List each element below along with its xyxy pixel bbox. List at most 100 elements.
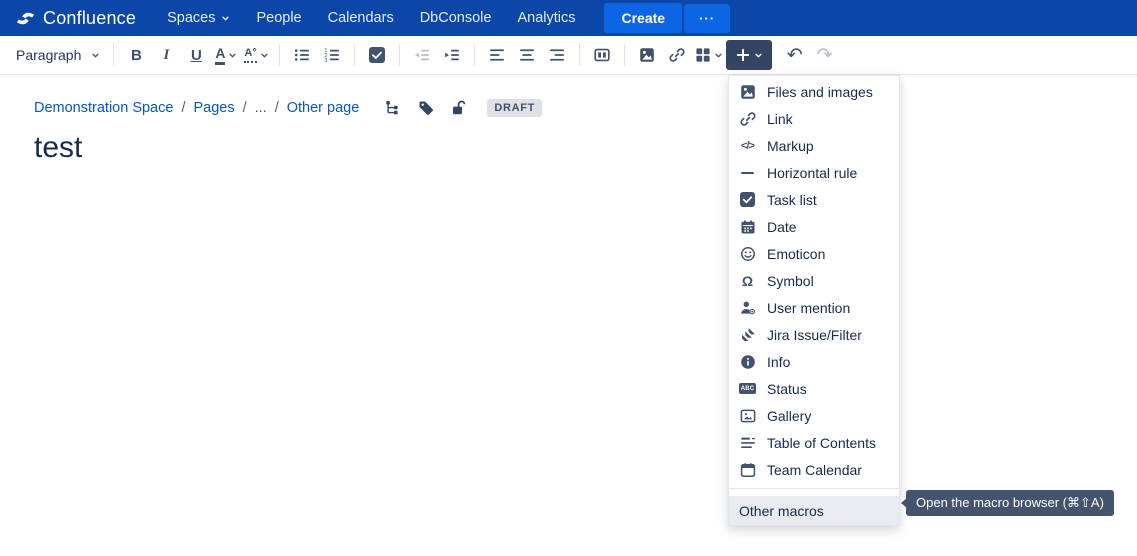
menu-item-table-of-contents[interactable]: Table of Contents [729, 429, 899, 456]
page-tree-icon [385, 100, 401, 116]
nav-item-label: Analytics [517, 10, 575, 26]
text-color-button[interactable]: A [211, 40, 241, 70]
nav-item-dbconsole[interactable]: DbConsole [407, 4, 505, 32]
toolbar-divider [579, 44, 580, 66]
nav-item-calendars[interactable]: Calendars [315, 4, 407, 32]
menu-item-label: Horizontal rule [767, 165, 857, 181]
menu-item-link[interactable]: Link [729, 105, 899, 132]
redo-button[interactable]: ↷ [810, 40, 840, 70]
menu-item-label: Link [767, 111, 793, 127]
status-icon: ABC [739, 380, 756, 397]
task-list-icon [739, 191, 756, 208]
menu-item-label: Date [767, 219, 797, 235]
nav-item-label: DbConsole [420, 10, 492, 26]
block-style-label: Paragraph [16, 47, 81, 63]
link-button[interactable] [662, 40, 692, 70]
align-left-button[interactable] [482, 40, 512, 70]
toolbar-divider [354, 44, 355, 66]
emoticon-icon [739, 245, 756, 262]
page-meta-actions [385, 100, 467, 116]
numbered-list-button[interactable]: 123 [317, 40, 347, 70]
task-list-button[interactable] [362, 40, 392, 70]
confluence-logo[interactable]: Confluence [16, 8, 136, 29]
menu-item-emoticon[interactable]: Emoticon [729, 240, 899, 267]
jira-icon [739, 326, 756, 343]
toolbar-divider [113, 44, 114, 66]
menu-divider [729, 488, 899, 489]
menu-item-label: User mention [767, 300, 850, 316]
breadcrumb-link-pages[interactable]: Pages [193, 100, 234, 116]
menu-item-jira-issue-filter[interactable]: Jira Issue/Filter [729, 321, 899, 348]
menu-item-files-and-images[interactable]: Files and images [729, 78, 899, 105]
breadcrumb-link-space[interactable]: Demonstration Space [34, 100, 173, 116]
menu-item-horizontal-rule[interactable]: Horizontal rule [729, 159, 899, 186]
menu-item-symbol[interactable]: Ω Symbol [729, 267, 899, 294]
nav-item-label: People [256, 10, 301, 26]
outdent-button[interactable] [407, 40, 437, 70]
insert-menu-button[interactable] [726, 40, 772, 70]
nav-more-button[interactable]: ··· [684, 4, 730, 33]
chevron-down-icon [91, 52, 100, 59]
nav-item-people[interactable]: People [243, 4, 314, 32]
tooltip-text: Open the macro browser (⌘⇧A) [916, 495, 1104, 511]
menu-item-label: Jira Issue/Filter [767, 327, 862, 343]
indent-button[interactable] [437, 40, 467, 70]
labels-button[interactable] [418, 100, 434, 116]
menu-item-user-mention[interactable]: User mention [729, 294, 899, 321]
undo-button[interactable]: ↶ [780, 40, 810, 70]
chevron-down-icon [714, 52, 723, 59]
breadcrumb-separator: / [275, 100, 279, 116]
bold-button[interactable]: B [121, 40, 151, 70]
underline-icon: U [191, 47, 202, 64]
menu-item-task-list[interactable]: Task list [729, 186, 899, 213]
menu-item-team-calendar[interactable]: Team Calendar [729, 456, 899, 483]
menu-item-label: Emoticon [767, 246, 825, 262]
layout-button[interactable] [587, 40, 617, 70]
menu-item-markup[interactable]: </> Markup [729, 132, 899, 159]
confluence-editor: Confluence Spaces People Calendars DbCon… [0, 0, 1137, 556]
chevron-down-icon [754, 52, 763, 59]
menu-item-date[interactable]: Date [729, 213, 899, 240]
block-style-select[interactable]: Paragraph [8, 40, 106, 70]
menu-item-label: Status [767, 381, 807, 397]
menu-item-label: Table of Contents [767, 435, 876, 451]
menu-item-status[interactable]: ABC Status [729, 375, 899, 402]
nav-item-analytics[interactable]: Analytics [504, 4, 588, 32]
breadcrumb-link-other-page[interactable]: Other page [287, 100, 360, 116]
text-style-icon: A° [244, 48, 256, 63]
date-icon [739, 218, 756, 235]
italic-button[interactable]: I [151, 40, 181, 70]
nav-item-spaces[interactable]: Spaces [154, 4, 243, 32]
editor-toolbar: Paragraph B I U A A° 123 [0, 36, 1137, 75]
align-center-icon [519, 47, 535, 63]
team-calendar-icon [739, 461, 756, 478]
symbol-icon: Ω [739, 272, 756, 289]
toolbar-divider [399, 44, 400, 66]
text-color-icon: A [215, 46, 225, 65]
chevron-down-icon [260, 52, 269, 59]
page-title-input[interactable]: test [34, 131, 82, 165]
align-center-button[interactable] [512, 40, 542, 70]
image-button[interactable] [632, 40, 662, 70]
toolbar-divider [279, 44, 280, 66]
redo-icon: ↷ [817, 46, 833, 65]
insert-menu: Files and images Link </> Markup Horizon… [728, 75, 900, 526]
menu-item-label: Team Calendar [767, 462, 862, 478]
menu-item-gallery[interactable]: Gallery [729, 402, 899, 429]
menu-item-other-macros[interactable]: Other macros [729, 496, 899, 525]
menu-item-info[interactable]: Info [729, 348, 899, 375]
info-icon [739, 353, 756, 370]
app-navbar: Confluence Spaces People Calendars DbCon… [0, 0, 1137, 36]
underline-button[interactable]: U [181, 40, 211, 70]
link-icon [739, 110, 756, 127]
page-tree-button[interactable] [385, 100, 401, 116]
unrestricted-button[interactable] [451, 100, 467, 116]
align-right-button[interactable] [542, 40, 572, 70]
bullet-list-button[interactable] [287, 40, 317, 70]
create-button[interactable]: Create [604, 3, 682, 33]
table-button[interactable] [692, 40, 726, 70]
text-style-button[interactable]: A° [241, 40, 271, 70]
breadcrumb-ellipsis[interactable]: ... [255, 100, 267, 116]
image-icon [639, 47, 655, 63]
menu-item-label: Info [767, 354, 790, 370]
